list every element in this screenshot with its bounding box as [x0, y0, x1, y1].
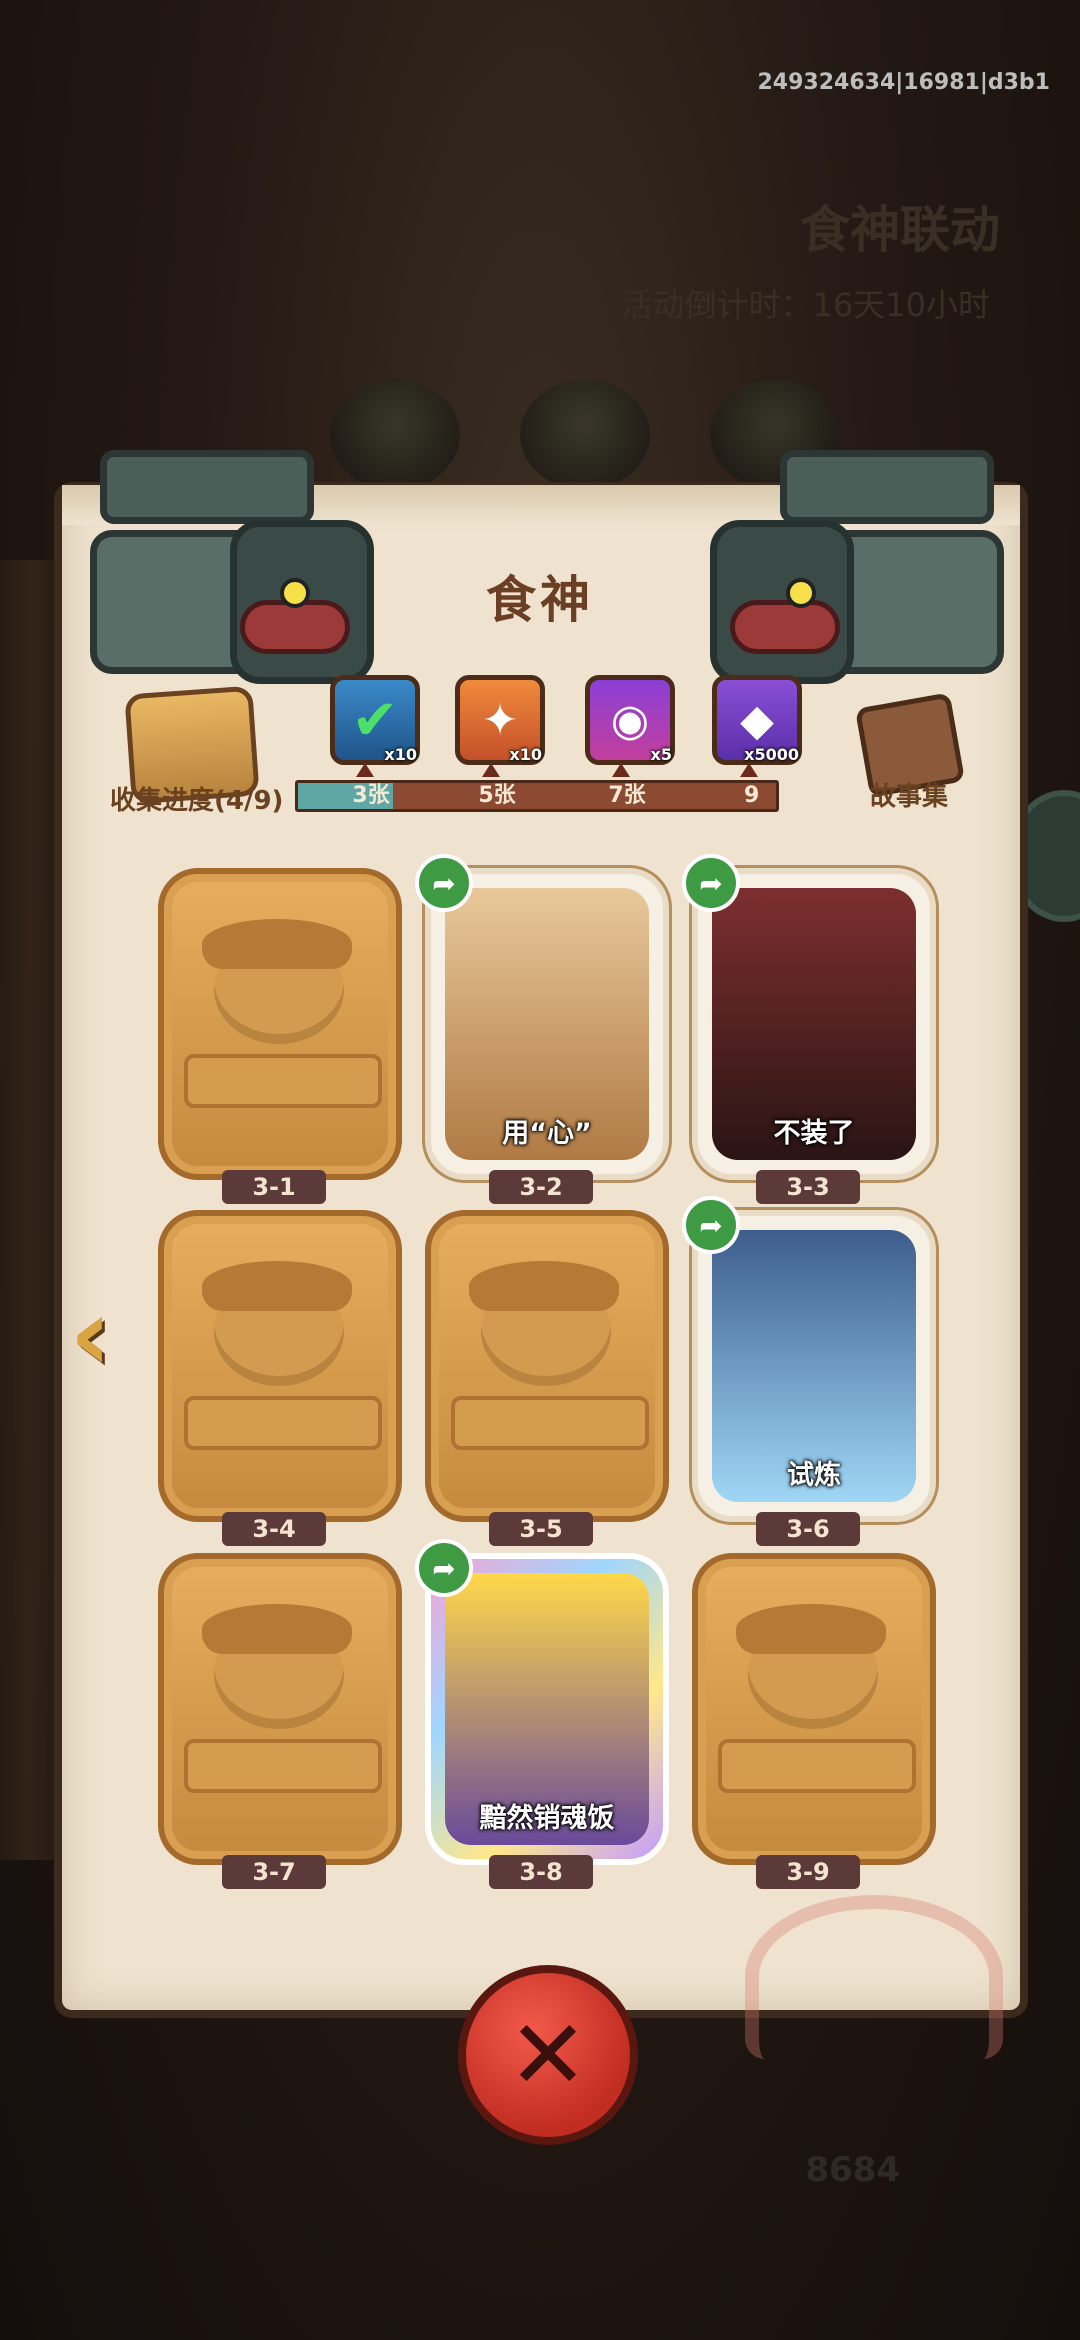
story-collection-label[interactable]: 故事集 — [870, 776, 948, 813]
reward-check-ticket[interactable]: ✔ x10 — [330, 675, 420, 765]
locked-card-hat — [202, 1261, 352, 1311]
card-caption: 不装了 — [773, 1118, 855, 1149]
reward-crystal[interactable]: ◆ x5000 — [712, 675, 802, 765]
locked-card-hat — [469, 1261, 619, 1311]
share-icon[interactable]: ➦ — [415, 1539, 473, 1597]
locked-card-ribbon — [184, 1054, 382, 1108]
card-number-label: 3-9 — [756, 1855, 860, 1889]
collection-card[interactable] — [158, 1210, 402, 1522]
collection-card[interactable]: 不装了 — [692, 868, 936, 1180]
progress-tick-label: 5张 — [478, 783, 516, 808]
card-number-label: 3-2 — [489, 1170, 593, 1204]
locked-card-ribbon — [451, 1396, 649, 1450]
collection-card[interactable] — [425, 1210, 669, 1522]
collection-card[interactable] — [692, 1553, 936, 1865]
panel-title: 食神 — [486, 571, 594, 629]
background-wood-strip — [0, 560, 60, 1860]
camera-right-decoration — [710, 430, 1050, 684]
card-caption: 用“心” — [502, 1118, 592, 1149]
camera-left-decoration — [30, 430, 374, 684]
card-number-label: 3-4 — [222, 1512, 326, 1546]
share-icon[interactable]: ➦ — [682, 1196, 740, 1254]
background-countdown: 活动倒计时：16天10小时 — [620, 286, 990, 324]
progress-marker — [740, 763, 758, 777]
card-number-label: 3-7 — [222, 1855, 326, 1889]
card-caption: 黯然销魂饭 — [479, 1803, 615, 1834]
reward-quantity: x10 — [384, 745, 417, 764]
card-number-label: 3-1 — [222, 1170, 326, 1204]
collection-progress-bar: 3张 5张 7张 9张 — [295, 780, 779, 812]
progress-marker — [356, 763, 374, 777]
progress-marker — [482, 763, 500, 777]
reward-quantity: x10 — [509, 745, 542, 764]
reward-orb[interactable]: ◉ x5 — [585, 675, 675, 765]
card-number-label: 3-8 — [489, 1855, 593, 1889]
share-icon[interactable]: ➦ — [415, 854, 473, 912]
wax-seal-decoration — [745, 1895, 1003, 2059]
chevron-left-icon: ‹ — [70, 1276, 112, 1393]
card-number-label: 3-6 — [756, 1512, 860, 1546]
progress-tick-label: 7张 — [608, 783, 646, 808]
locked-card-hat — [736, 1604, 886, 1654]
background-dish — [520, 380, 650, 490]
background-event-title: 食神联动 — [800, 201, 1000, 259]
share-icon[interactable]: ➦ — [682, 854, 740, 912]
background-stat-value: 8684 — [805, 2150, 900, 2190]
locked-card-hat — [202, 1604, 352, 1654]
locked-card-ribbon — [184, 1396, 382, 1450]
collection-card[interactable] — [158, 1553, 402, 1865]
collection-card[interactable] — [158, 868, 402, 1180]
progress-marker — [612, 763, 630, 777]
locked-card-hat — [202, 919, 352, 969]
close-icon: ✕ — [507, 1999, 589, 2111]
prev-page-button[interactable]: ‹ — [70, 1280, 140, 1390]
debug-id-text: 249324634|16981|d3b1 — [757, 70, 1051, 95]
card-caption: 试炼 — [787, 1460, 841, 1491]
card-number-label: 3-3 — [756, 1170, 860, 1204]
collection-card[interactable]: 黯然销魂饭 — [425, 1553, 669, 1865]
progress-tick-label: 9张 — [744, 783, 760, 808]
reward-quantity: x5 — [650, 745, 672, 764]
collection-card[interactable]: 用“心” — [425, 868, 669, 1180]
locked-card-ribbon — [184, 1739, 382, 1793]
reward-quantity: x5000 — [744, 745, 799, 764]
reward-golden-ticket[interactable]: ✦ x10 — [455, 675, 545, 765]
collection-card[interactable]: 试炼 — [692, 1210, 936, 1522]
close-button[interactable]: ✕ — [458, 1965, 638, 2145]
progress-tick-label: 3张 — [352, 783, 390, 808]
card-number-label: 3-5 — [489, 1512, 593, 1546]
locked-card-ribbon — [718, 1739, 916, 1793]
collect-progress-label: 收集进度(4/9) — [110, 786, 284, 816]
